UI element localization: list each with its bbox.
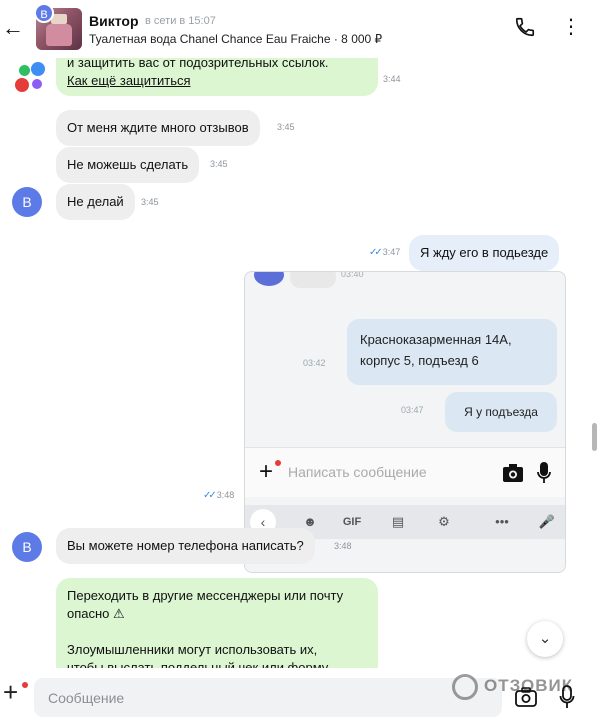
- message-line: корпус 5, подъезд 6: [360, 353, 479, 368]
- chat-header: ← В Виктор в сети в 15:07 Туалетная вода…: [0, 0, 600, 58]
- watermark-logo: [452, 674, 478, 700]
- app-logo-icon: [15, 62, 49, 96]
- system-warning-message: Переходить в другие мессенджеры или почт…: [56, 578, 378, 668]
- gif-icon: GIF: [342, 516, 362, 528]
- message-time: 3:48: [334, 541, 352, 551]
- system-message: и защитить вас от подозрительных ссылок.…: [56, 58, 378, 96]
- system-message-line: и защитить вас от подозрительных ссылок.: [67, 58, 329, 70]
- more-vertical-icon[interactable]: ⋮: [561, 12, 581, 42]
- message-input: Написать сообщение: [288, 464, 427, 480]
- incoming-message[interactable]: Вы можете номер телефона написать?: [56, 528, 315, 564]
- online-status: в сети в 15:07: [145, 15, 216, 27]
- avatar[interactable]: В: [12, 532, 42, 562]
- notification-dot: [275, 460, 281, 466]
- list-item: [290, 272, 336, 288]
- outgoing-message: Я у подъезда: [445, 392, 557, 432]
- message-list[interactable]: и защитить вас от подозрительных ссылок.…: [0, 58, 600, 668]
- outgoing-message[interactable]: Я жду его в подьезде: [409, 235, 560, 271]
- message-time: 3:44: [383, 74, 401, 84]
- microphone-icon[interactable]: [559, 685, 575, 709]
- incoming-message[interactable]: Не делай: [56, 184, 135, 220]
- security-tips-link[interactable]: Как ещё защититься: [67, 72, 367, 90]
- read-ticks-icon: ✓✓: [369, 247, 383, 258]
- message-time-value: 3:47: [382, 247, 401, 257]
- microphone-icon: [537, 462, 551, 483]
- phone-icon[interactable]: [514, 16, 536, 38]
- scrollbar[interactable]: [592, 423, 597, 451]
- plus-icon[interactable]: +: [3, 679, 18, 705]
- camera-icon[interactable]: [515, 687, 537, 707]
- perfume-bottle-icon: [46, 24, 72, 46]
- message-time: 3:45: [210, 159, 228, 169]
- avatar[interactable]: В: [12, 187, 42, 217]
- message-time: 3:45: [277, 122, 295, 132]
- gear-icon: ⚙: [438, 514, 450, 529]
- outgoing-message: Красноказарменная 14А, корпус 5, подъезд…: [347, 319, 557, 385]
- listing-subtitle[interactable]: Туалетная вода Chanel Chance Eau Fraiche…: [89, 32, 382, 46]
- incoming-message[interactable]: Не можешь сделать: [56, 147, 200, 183]
- plus-icon: +: [259, 458, 274, 485]
- message-input[interactable]: [34, 678, 502, 717]
- message-line: Красноказарменная 14А,: [360, 332, 512, 347]
- more-horizontal-icon: •••: [495, 514, 509, 529]
- message-time: 03:42: [303, 358, 326, 368]
- warning-line: чтобы выслать поддельный чек или форму: [67, 660, 329, 668]
- composer: + Написать сообщение: [245, 447, 565, 497]
- arrow-left-icon[interactable]: ←: [2, 15, 24, 41]
- camera-icon: [503, 464, 523, 482]
- message-time-value: 3:48: [216, 490, 235, 500]
- incoming-message[interactable]: От меня ждите много отзывов: [56, 110, 260, 146]
- message-time: 3:45: [141, 197, 159, 207]
- message-time: ✓✓ 3:47: [369, 247, 400, 258]
- warning-line: Злоумышленники могут использовать их,: [67, 642, 318, 657]
- message-time: 03:40: [341, 271, 364, 279]
- avatar: [254, 272, 284, 286]
- avatar[interactable]: В: [34, 3, 54, 23]
- microphone-icon: 🎤: [538, 514, 556, 529]
- composer: + ОТЗОВИК: [0, 668, 600, 719]
- message-time: ✓✓ 3:48: [203, 490, 234, 501]
- message-time: 03:47: [401, 405, 424, 415]
- read-ticks-icon: ✓✓: [203, 490, 217, 501]
- clipboard-icon: ▤: [391, 514, 405, 529]
- contact-name[interactable]: Виктор: [89, 13, 139, 29]
- warning-line: Переходить в другие мессенджеры или почт…: [67, 588, 344, 603]
- chevron-down-icon[interactable]: ⌄: [527, 621, 563, 657]
- notification-dot: [22, 682, 28, 688]
- warning-line: опасно ⚠: [67, 606, 125, 621]
